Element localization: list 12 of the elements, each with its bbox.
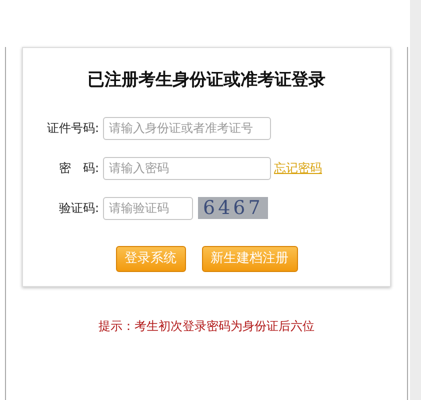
captcha-image[interactable]: 6467 — [198, 197, 268, 219]
login-button[interactable]: 登录系统 — [116, 246, 186, 272]
field-label: 证件号码: — [46, 120, 100, 137]
register-button[interactable]: 新生建档注册 — [202, 246, 298, 272]
field-label: 密 码: — [58, 160, 100, 177]
password-field[interactable]: 请输入密码 — [103, 156, 271, 180]
forgot-password-link[interactable]: 忘记密码 — [274, 159, 322, 177]
field-label: 验证码: — [58, 200, 100, 217]
captcha-field[interactable]: 请输验证码 — [103, 196, 193, 220]
hint-text: 提示：考生初次登录密码为身份证后六位 — [98, 318, 316, 335]
login-title: 已注册考生身份证或准考证登录 — [86, 69, 326, 92]
id-field[interactable]: 请输入身份证或者准考证号 — [103, 116, 271, 140]
